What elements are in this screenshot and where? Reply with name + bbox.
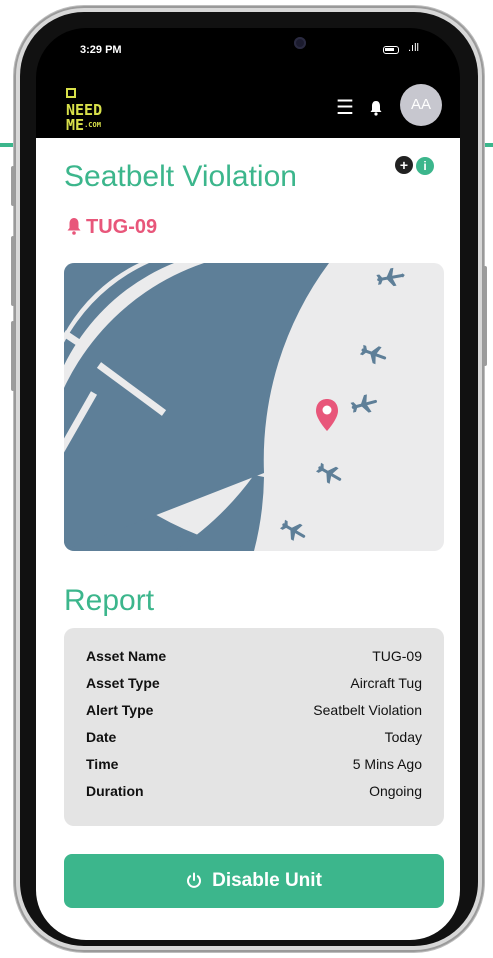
- report-row: Alert Type Seatbelt Violation: [86, 702, 422, 722]
- phone-screen: 3:29 PM .ıll NEED ME.COM ☰ AA Seatbelt V…: [36, 28, 460, 940]
- report-row: Time 5 Mins Ago: [86, 756, 422, 776]
- report-value: Seatbelt Violation: [313, 702, 422, 718]
- alert-asset-id: TUG-09: [66, 216, 157, 239]
- report-key: Asset Type: [86, 675, 160, 691]
- menu-icon[interactable]: ☰: [336, 98, 354, 118]
- info-icon[interactable]: i: [416, 157, 434, 175]
- report-key: Asset Name: [86, 648, 167, 664]
- report-value: Ongoing: [369, 783, 422, 799]
- report-row: Asset Name TUG-09: [86, 648, 422, 668]
- add-icon[interactable]: +: [395, 156, 413, 174]
- report-row: Duration Ongoing: [86, 783, 422, 803]
- location-pin-icon[interactable]: [316, 399, 338, 431]
- report-key: Alert Type: [86, 702, 154, 718]
- report-value: TUG-09: [372, 648, 422, 664]
- report-value: 5 Mins Ago: [352, 756, 422, 772]
- report-card: Asset Name TUG-09 Asset Type Aircraft Tu…: [64, 628, 444, 826]
- report-key: Time: [86, 756, 119, 772]
- signal-icon: .ıll: [408, 42, 419, 54]
- report-value: Today: [384, 729, 422, 745]
- avatar[interactable]: AA: [400, 84, 442, 126]
- disable-unit-button[interactable]: Disable Unit: [64, 854, 444, 908]
- volume-up-button: [11, 236, 15, 306]
- power-icon: [187, 872, 202, 888]
- airplane-icon[interactable]: [359, 341, 390, 367]
- notch: [186, 28, 336, 62]
- airplane-icon[interactable]: [314, 459, 346, 488]
- status-bar: 3:29 PM .ıll: [36, 28, 460, 78]
- airplane-icon[interactable]: [349, 392, 379, 416]
- report-value: Aircraft Tug: [350, 675, 422, 691]
- title-actions: + i: [392, 156, 434, 175]
- app-header: NEED ME.COM ☰ AA: [36, 78, 460, 138]
- disable-unit-label: Disable Unit: [212, 870, 322, 891]
- power-button: [483, 266, 487, 366]
- report-key: Date: [86, 729, 117, 745]
- map-graphic: [64, 263, 407, 551]
- mute-switch: [11, 166, 15, 206]
- page-title: Seatbelt Violation: [64, 160, 297, 193]
- asset-id-text: TUG-09: [86, 216, 158, 238]
- logo-text-com: .COM: [84, 121, 101, 129]
- volume-down-button: [11, 321, 15, 391]
- camera-icon: [294, 37, 306, 49]
- report-row: Asset Type Aircraft Tug: [86, 675, 422, 695]
- needme-logo[interactable]: NEED ME.COM: [66, 88, 102, 133]
- location-map[interactable]: [64, 263, 444, 551]
- airplane-icon[interactable]: [376, 266, 407, 289]
- main-content: Seatbelt Violation + i TUG-09 Report Ass…: [36, 138, 460, 940]
- report-row: Date Today: [86, 729, 422, 749]
- airplane-icon[interactable]: [278, 516, 310, 545]
- report-title: Report: [64, 584, 155, 617]
- battery-icon: [383, 46, 399, 54]
- alert-bell-icon: [67, 218, 81, 235]
- logo-text-me: ME: [66, 116, 85, 134]
- status-time: 3:29 PM: [80, 44, 122, 56]
- logo-square-icon: [66, 88, 76, 98]
- bell-icon[interactable]: [368, 100, 384, 116]
- report-key: Duration: [86, 783, 144, 799]
